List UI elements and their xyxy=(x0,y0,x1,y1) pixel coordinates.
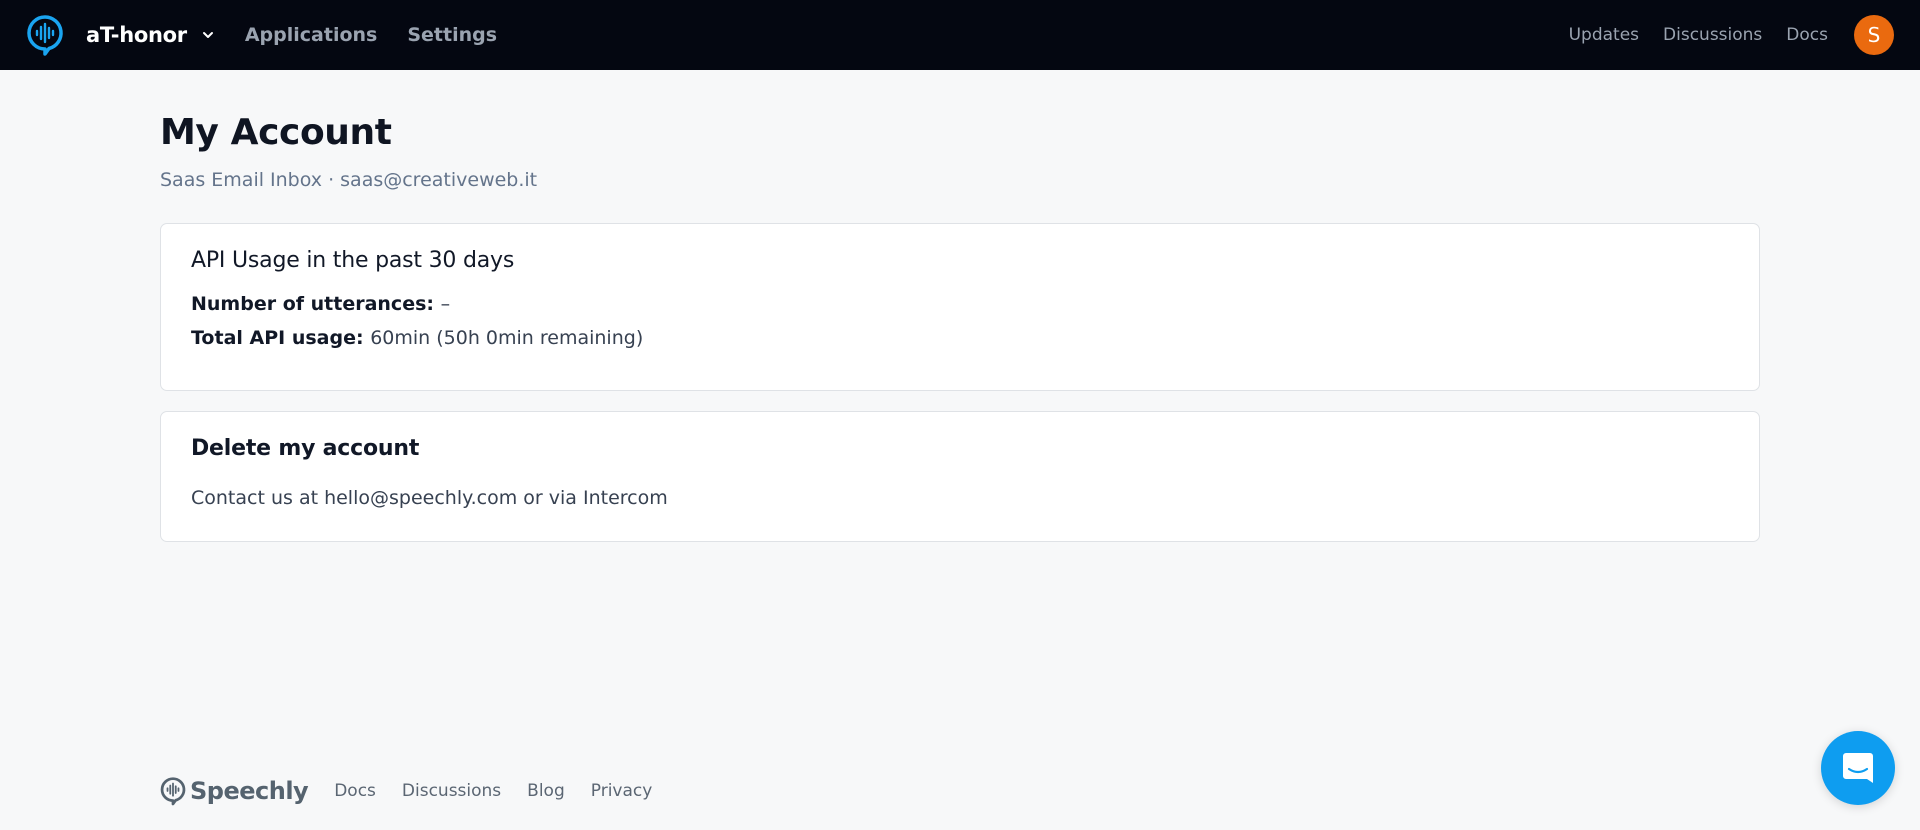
footer-brand[interactable]: Speechly xyxy=(160,776,309,806)
nav-docs[interactable]: Docs xyxy=(1786,25,1828,45)
utterances-row: Number of utterances: – xyxy=(191,293,1729,315)
chat-icon xyxy=(1843,753,1873,783)
top-navbar: aT-honor Applications Settings Updates D… xyxy=(0,0,1920,70)
api-usage-card: API Usage in the past 30 days Number of … xyxy=(160,223,1760,391)
total-usage-value: 60min (50h 0min remaining) xyxy=(370,327,644,349)
footer: Speechly Docs Discussions Blog Privacy xyxy=(160,776,652,806)
intercom-launcher-button[interactable] xyxy=(1821,731,1895,805)
footer-link-blog[interactable]: Blog xyxy=(527,781,565,801)
total-usage-row: Total API usage: 60min (50h 0min remaini… xyxy=(191,327,1729,349)
account-subtitle: Saas Email Inbox · saas@creativeweb.it xyxy=(160,169,538,191)
speechly-logo-icon[interactable] xyxy=(26,14,64,56)
page-title: My Account xyxy=(160,112,392,153)
utterances-label: Number of utterances: xyxy=(191,293,441,315)
total-usage-label: Total API usage: xyxy=(191,327,371,349)
app-switcher[interactable]: aT-honor xyxy=(86,23,215,47)
delete-account-title: Delete my account xyxy=(191,436,420,461)
footer-link-discussions[interactable]: Discussions xyxy=(402,781,501,801)
delete-account-text: Contact us at hello@speechly.com or via … xyxy=(191,487,668,509)
main-content: My Account Saas Email Inbox · saas@creat… xyxy=(0,112,1920,542)
footer-link-docs[interactable]: Docs xyxy=(334,781,376,801)
utterances-value: – xyxy=(440,293,451,315)
api-usage-title: API Usage in the past 30 days xyxy=(191,248,515,273)
nav-applications[interactable]: Applications xyxy=(245,24,378,46)
avatar[interactable]: S xyxy=(1854,15,1894,55)
chevron-down-icon xyxy=(202,32,213,38)
nav-updates[interactable]: Updates xyxy=(1569,25,1639,45)
speechly-logo-icon xyxy=(160,777,186,806)
footer-brand-name: Speechly xyxy=(190,777,309,805)
nav-discussions[interactable]: Discussions xyxy=(1663,25,1762,45)
nav-settings[interactable]: Settings xyxy=(407,24,497,46)
footer-link-privacy[interactable]: Privacy xyxy=(591,781,653,801)
app-name: aT-honor xyxy=(86,23,187,47)
delete-account-card: Delete my account Contact us at hello@sp… xyxy=(160,411,1760,542)
